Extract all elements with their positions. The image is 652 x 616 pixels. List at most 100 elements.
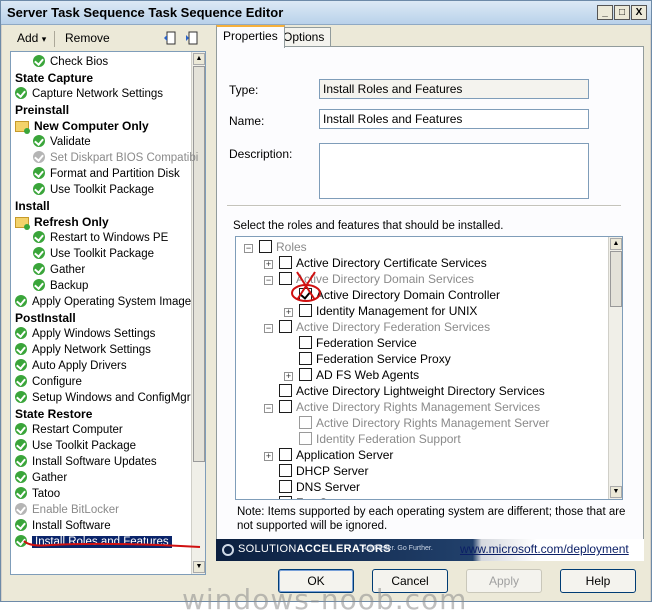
sequence-step[interactable]: Install Software Updates (15, 454, 157, 470)
role-item[interactable]: + AD FS Web Agents (284, 367, 419, 383)
sequence-step[interactable]: Install Software (15, 518, 111, 534)
role-checkbox[interactable] (279, 400, 292, 413)
sequence-step[interactable]: Gather (15, 470, 67, 486)
sequence-step[interactable]: Format and Partition Disk (33, 166, 180, 182)
help-button[interactable]: Help (560, 569, 636, 593)
sequence-step[interactable]: Preinstall (15, 102, 69, 118)
scroll-up-arrow-icon[interactable]: ▲ (193, 53, 205, 65)
scroll-thumb[interactable] (193, 66, 205, 462)
role-checkbox[interactable] (279, 464, 292, 477)
remove-button[interactable]: Remove (60, 29, 115, 48)
sequence-step[interactable]: State Capture (15, 70, 93, 86)
step-status-icon (15, 519, 27, 531)
roles-tree[interactable]: ▲ ▼ − Roles + Active Directory Certificate … (235, 236, 623, 500)
tab-properties[interactable]: Properties (216, 25, 285, 48)
step-label: Set Diskpart BIOS Compatibi (50, 152, 199, 164)
title-bar[interactable]: Server Task Sequence Task Sequence Edito… (1, 1, 651, 25)
add-menu-button[interactable]: Add ▾ (12, 29, 51, 48)
sequence-step[interactable]: Set Diskpart BIOS Compatibi (33, 150, 198, 166)
scroll-down-arrow-icon[interactable]: ▼ (193, 561, 205, 573)
sequence-step[interactable]: Setup Windows and ConfigMgr (15, 390, 191, 406)
role-item[interactable]: Federation Service Proxy (284, 351, 451, 367)
sequence-step[interactable]: Apply Network Settings (15, 342, 151, 358)
tree-scrollbar[interactable]: ▲ ▼ (191, 52, 205, 574)
scroll-up-arrow-icon[interactable]: ▲ (610, 238, 622, 250)
sequence-step[interactable]: Restart Computer (15, 422, 123, 438)
sequence-step[interactable]: Auto Apply Drivers (15, 358, 127, 374)
role-label: Active Directory Domain Services (296, 272, 475, 286)
role-item[interactable]: + Identity Management for UNIX (284, 303, 477, 319)
role-item[interactable]: Federation Service (284, 335, 417, 351)
task-sequence-tree[interactable]: ▲ ▼ Check Bios State Capture Capture Netwo… (10, 51, 206, 575)
role-checkbox[interactable] (299, 352, 312, 365)
sequence-step[interactable]: Backup (33, 278, 88, 294)
sequence-step[interactable]: Apply Windows Settings (15, 326, 155, 342)
move-down-icon[interactable] (184, 30, 200, 46)
role-checkbox[interactable] (279, 480, 292, 493)
role-checkbox[interactable] (299, 336, 312, 349)
sequence-step[interactable]: State Restore (15, 406, 92, 422)
description-field[interactable] (319, 143, 589, 199)
sequence-step[interactable]: Validate (33, 134, 91, 150)
role-item[interactable]: DHCP Server (264, 463, 368, 479)
role-item[interactable]: − Roles (244, 239, 307, 255)
sequence-step[interactable]: Check Bios (33, 54, 108, 70)
role-checkbox[interactable] (259, 240, 272, 253)
roles-scrollbar[interactable]: ▲ ▼ (608, 237, 622, 499)
sequence-step[interactable]: New Computer Only (15, 118, 149, 134)
name-field[interactable]: Install Roles and Features (319, 109, 589, 129)
collapse-icon[interactable]: − (244, 244, 253, 253)
role-item[interactable]: + Application Server (264, 447, 393, 463)
sequence-step[interactable]: Enable BitLocker (15, 502, 119, 518)
step-label: Apply Operating System Image (32, 296, 192, 308)
maximize-button[interactable]: □ (614, 5, 630, 20)
sequence-step[interactable]: Tatoo (15, 486, 60, 502)
role-checkbox[interactable] (279, 256, 292, 269)
collapse-icon[interactable]: − (264, 276, 273, 285)
expand-icon[interactable]: + (284, 372, 293, 381)
role-item[interactable]: Identity Federation Support (284, 431, 461, 447)
role-item[interactable]: Active Directory Rights Management Serve… (284, 415, 549, 431)
role-checkbox[interactable] (299, 304, 312, 317)
role-checkbox[interactable] (299, 368, 312, 381)
minimize-button[interactable]: _ (597, 5, 613, 20)
sequence-step[interactable]: Refresh Only (15, 214, 109, 230)
role-checkbox[interactable] (299, 432, 312, 445)
expand-icon[interactable]: + (284, 308, 293, 317)
role-checkbox[interactable] (279, 448, 292, 461)
sequence-step[interactable]: Configure (15, 374, 82, 390)
role-checkbox[interactable] (279, 320, 292, 333)
step-label: Check Bios (50, 56, 109, 68)
collapse-icon[interactable]: − (264, 324, 273, 333)
close-button[interactable]: X (631, 5, 647, 20)
apply-button[interactable]: Apply (466, 569, 542, 593)
collapse-icon[interactable]: − (264, 404, 273, 413)
sequence-step[interactable]: Capture Network Settings (15, 86, 163, 102)
move-up-icon[interactable] (162, 30, 178, 46)
sequence-step[interactable]: Use Toolkit Package (15, 438, 136, 454)
step-label: Tatoo (32, 488, 61, 500)
role-label: DHCP Server (296, 464, 369, 478)
role-item[interactable]: DNS Server (264, 479, 360, 495)
role-item[interactable]: − Active Directory Rights Management Serv… (264, 399, 540, 415)
step-status-icon (15, 487, 27, 499)
sequence-step[interactable]: PostInstall (15, 310, 76, 326)
expand-icon[interactable]: + (264, 260, 273, 269)
role-item[interactable]: − Active Directory Federation Services (264, 319, 490, 335)
sequence-step[interactable]: Gather (33, 262, 85, 278)
scroll-thumb[interactable] (610, 251, 622, 307)
sequence-step[interactable]: Install (15, 198, 50, 214)
deployment-link[interactable]: www.microsoft.com/deployment (460, 542, 629, 556)
roles-prompt: Select the roles and features that shoul… (233, 220, 504, 232)
role-checkbox[interactable] (279, 496, 292, 499)
sequence-step[interactable]: Restart to Windows PE (33, 230, 168, 246)
role-checkbox[interactable] (279, 384, 292, 397)
expand-icon[interactable]: + (264, 452, 273, 461)
sequence-step[interactable]: Use Toolkit Package (33, 182, 154, 198)
scroll-down-arrow-icon[interactable]: ▼ (610, 486, 622, 498)
role-item[interactable]: Fax Server (264, 495, 355, 499)
role-checkbox[interactable] (299, 416, 312, 429)
role-item[interactable]: Active Directory Lightweight Directory S… (264, 383, 545, 399)
sequence-step[interactable]: Use Toolkit Package (33, 246, 154, 262)
sequence-step[interactable]: Apply Operating System Image (15, 294, 191, 310)
